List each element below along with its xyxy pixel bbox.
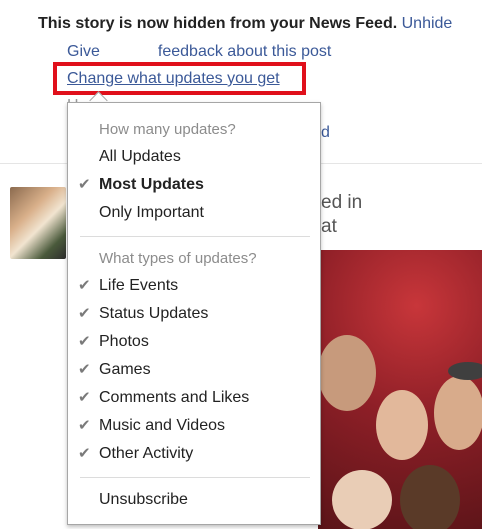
menu-item-status-updates[interactable]: ✔ Status Updates: [68, 300, 320, 328]
updates-dropdown-menu: How many updates? All Updates ✔ Most Upd…: [67, 102, 321, 525]
menu-item-label: Most Updates: [99, 171, 204, 199]
menu-separator: [80, 477, 310, 478]
menu-item-label: Only Important: [99, 199, 204, 227]
partial-link-behind-menu[interactable]: d: [321, 124, 330, 142]
menu-item-label: Photos: [99, 328, 149, 356]
checkmark-icon: ✔: [78, 356, 91, 384]
checkmark-icon: ✔: [78, 440, 91, 468]
menu-item-label: Games: [99, 356, 151, 384]
menu-item-label: Life Events: [99, 272, 178, 300]
story-photo[interactable]: [318, 250, 482, 529]
menu-item-unsubscribe[interactable]: Unsubscribe: [68, 486, 320, 514]
menu-item-music-and-videos[interactable]: ✔ Music and Videos: [68, 412, 320, 440]
menu-item-comments-and-likes[interactable]: ✔ Comments and Likes: [68, 384, 320, 412]
menu-item-life-events[interactable]: ✔ Life Events: [68, 272, 320, 300]
checkmark-icon: ✔: [78, 272, 91, 300]
menu-item-most-updates[interactable]: ✔ Most Updates: [68, 171, 320, 199]
menu-item-label: Comments and Likes: [99, 384, 249, 412]
menu-header-types: What types of updates?: [99, 250, 257, 267]
menu-item-games[interactable]: ✔ Games: [68, 356, 320, 384]
hidden-story-notice: This story is now hidden from your News …: [38, 15, 452, 33]
menu-separator: [80, 236, 310, 237]
menu-item-only-important[interactable]: Only Important: [68, 199, 320, 227]
menu-item-label: Other Activity: [99, 440, 193, 468]
menu-item-label: Status Updates: [99, 300, 208, 328]
menu-item-all-updates[interactable]: All Updates: [68, 143, 320, 171]
checkmark-icon: ✔: [78, 328, 91, 356]
menu-item-label: Unsubscribe: [99, 486, 188, 514]
checkmark-icon: ✔: [78, 171, 91, 199]
unhide-link[interactable]: Unhide: [402, 15, 453, 32]
story-text-line-1: ed in: [321, 192, 362, 214]
avatar[interactable]: [10, 187, 66, 259]
checkmark-icon: ✔: [78, 412, 91, 440]
story-text-line-2: at: [321, 216, 337, 238]
checkmark-icon: ✔: [78, 300, 91, 328]
hidden-notice-text: This story is now hidden from your News …: [38, 15, 397, 32]
give-link[interactable]: Give: [67, 43, 100, 60]
menu-item-label: Music and Videos: [99, 412, 225, 440]
menu-item-photos[interactable]: ✔ Photos: [68, 328, 320, 356]
menu-header-how-many: How many updates?: [99, 121, 236, 138]
menu-item-other-activity[interactable]: ✔ Other Activity: [68, 440, 320, 468]
feedback-row: Give feedback about this post: [67, 43, 331, 61]
checkmark-icon: ✔: [78, 384, 91, 412]
menu-item-label: All Updates: [99, 143, 181, 171]
change-updates-link[interactable]: Change what updates you get: [67, 70, 280, 88]
feedback-link[interactable]: feedback about this post: [158, 43, 331, 60]
